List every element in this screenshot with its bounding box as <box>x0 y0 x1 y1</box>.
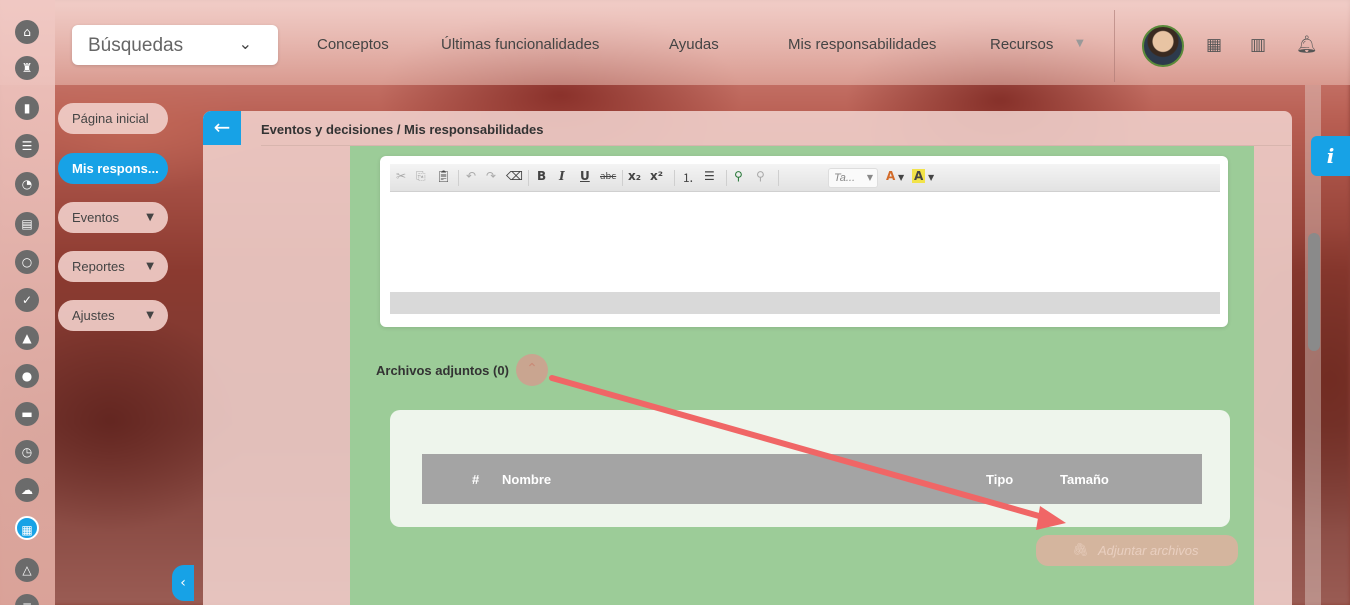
attachments-label: Archivos adjuntos (0) <box>376 363 509 378</box>
paste-icon[interactable]: 📋︎ <box>436 169 451 183</box>
font-size-select[interactable]: Ta... ▼ <box>828 168 878 188</box>
numbered-list-icon[interactable]: ⒈ <box>682 169 694 186</box>
strikethrough-button[interactable]: abc <box>600 172 616 182</box>
toolbar-separator <box>528 170 529 186</box>
bell-icon[interactable]: 🔔︎ <box>1296 35 1318 55</box>
find-icon[interactable]: ⚲ <box>734 169 743 183</box>
caret-down-icon: ▼ <box>146 261 154 272</box>
toolbar-separator <box>622 170 623 186</box>
menu-lines-icon[interactable]: ☰ <box>15 134 39 158</box>
search-dropdown-label: Búsquedas <box>88 35 184 56</box>
italic-button[interactable]: I <box>559 169 565 183</box>
main-panel: ← Eventos y decisiones / Mis responsabil… <box>203 111 1292 605</box>
toolbar-separator <box>458 170 459 186</box>
bold-button[interactable]: B <box>537 169 546 183</box>
chevron-down-icon: ⌄ <box>238 34 252 53</box>
nav-divider <box>1114 10 1115 82</box>
chess-rook-icon[interactable]: ♜ <box>15 56 39 80</box>
refresh-circle-icon[interactable]: ○ <box>15 250 39 274</box>
attachments-table-header: # Nombre Tipo Tamaño <box>422 454 1202 504</box>
bulleted-list-icon[interactable]: ☰ <box>704 169 715 183</box>
column-header-number: # <box>472 472 480 487</box>
nav-link-ayudas[interactable]: Ayudas <box>669 36 719 53</box>
sidebar-item-pagina-inicial[interactable]: Página inicial <box>58 103 168 134</box>
triangle-nodes-icon[interactable]: △ <box>15 558 39 582</box>
bar-chart-icon[interactable]: ▮ <box>15 96 39 120</box>
sidebar-item-reportes[interactable]: Reportes ▼ <box>58 251 168 282</box>
paperclip-icon: 🖇︎ <box>1072 543 1089 558</box>
toggle-icon[interactable]: ● <box>15 364 39 388</box>
warning-icon[interactable]: ▲ <box>15 326 39 350</box>
books-icon[interactable]: ▥ <box>1250 35 1266 55</box>
caret-down-icon: ▼ <box>866 173 873 182</box>
column-header-tamano: Tamaño <box>1060 472 1109 487</box>
caret-down-icon[interactable]: ▼ <box>898 173 904 182</box>
sidebar-item-label: Página inicial <box>72 111 149 126</box>
list-icon[interactable]: ≡ <box>15 594 39 605</box>
check-circle-icon[interactable]: ✓ <box>15 288 39 312</box>
attachments-table-card: # Nombre Tipo Tamaño <box>390 410 1230 527</box>
column-header-tipo: Tipo <box>986 472 1014 487</box>
presentation-icon[interactable]: ▬ <box>15 402 39 426</box>
sidebar-collapse-button[interactable]: ‹ <box>172 565 194 601</box>
eraser-icon[interactable]: ⌫ <box>506 169 523 183</box>
home-icon[interactable]: ⌂ <box>15 20 39 44</box>
scrollbar-thumb[interactable] <box>1308 233 1320 351</box>
cut-icon[interactable]: ✂ <box>396 169 406 183</box>
superscript-button[interactable]: x² <box>650 169 663 183</box>
info-button[interactable]: i <box>1311 136 1350 176</box>
search-dropdown[interactable]: Búsquedas ⌄ <box>72 25 278 65</box>
editor-resize-bar[interactable] <box>390 292 1220 314</box>
pie-chart-icon[interactable]: ◔ <box>15 172 39 196</box>
back-button[interactable]: ← <box>203 111 241 145</box>
form-section: ✂ ⎘ 📋︎ ↶ ↷ ⌫ B I U abc x₂ x² ⒈ ☰ ⚲ ⚲ Ta.… <box>350 146 1254 605</box>
document-icon[interactable]: ▤ <box>15 212 39 236</box>
nav-link-ultimas-funcionalidades[interactable]: Últimas funcionalidades <box>441 36 599 53</box>
left-icon-rail: ⌂ ♜ ▮ ☰ ◔ ▤ ○ ✓ ▲ ● ▬ ◷ ☁ ▦ △ ≡ <box>0 0 55 605</box>
caret-down-icon[interactable]: ▼ <box>1076 38 1084 49</box>
editor-toolbar: ✂ ⎘ 📋︎ ↶ ↷ ⌫ B I U abc x₂ x² ⒈ ☰ ⚲ ⚲ Ta.… <box>390 164 1220 192</box>
nav-link-conceptos[interactable]: Conceptos <box>317 36 389 53</box>
replace-icon[interactable]: ⚲ <box>756 169 765 183</box>
sidebar-item-ajustes[interactable]: Ajustes ▼ <box>58 300 168 331</box>
nav-link-recursos[interactable]: Recursos <box>990 36 1053 53</box>
redo-icon[interactable]: ↷ <box>486 169 496 183</box>
toolbar-separator <box>778 170 779 186</box>
caret-down-icon: ▼ <box>146 212 154 223</box>
page-title: Eventos y decisiones / Mis responsabilid… <box>261 122 544 137</box>
sidebar-item-label: Ajustes <box>72 308 115 323</box>
sidebar-item-eventos[interactable]: Eventos ▼ <box>58 202 168 233</box>
font-size-select-value: Ta... <box>834 172 855 184</box>
clock-icon[interactable]: ◷ <box>15 440 39 464</box>
toolbar-separator <box>726 170 727 186</box>
nav-link-mis-responsabilidades[interactable]: Mis responsabilidades <box>788 36 936 53</box>
attach-files-button-label: Adjuntar archivos <box>1098 543 1199 558</box>
caret-down-icon: ▼ <box>146 310 154 321</box>
calendar-grid-icon[interactable]: ▦ <box>1206 35 1222 55</box>
background-color-button[interactable]: A <box>912 169 926 183</box>
attach-files-button[interactable]: 🖇︎ Adjuntar archivos <box>1036 535 1238 566</box>
sidebar-item-label: Mis respons... <box>72 161 159 176</box>
calendar-icon[interactable]: ▦ <box>15 516 39 540</box>
avatar[interactable] <box>1142 25 1184 67</box>
column-header-nombre: Nombre <box>502 472 552 487</box>
caret-down-icon[interactable]: ▼ <box>928 173 934 182</box>
subscript-button[interactable]: x₂ <box>628 169 641 183</box>
cloud-icon[interactable]: ☁ <box>15 478 39 502</box>
sidebar-item-label: Eventos <box>72 210 119 225</box>
sidebar-item-label: Reportes <box>72 259 125 274</box>
copy-icon[interactable]: ⎘ <box>416 169 426 184</box>
toolbar-separator <box>674 170 675 186</box>
text-color-button[interactable]: A <box>886 169 895 183</box>
sidebar-item-mis-responsabilidades[interactable]: Mis respons... <box>58 153 168 184</box>
underline-button[interactable]: U <box>580 169 590 183</box>
panel-header: ← Eventos y decisiones / Mis responsabil… <box>203 111 1292 146</box>
undo-icon[interactable]: ↶ <box>466 169 476 183</box>
attachments-toggle-button[interactable]: ⌃ <box>516 354 548 386</box>
rich-text-editor: ✂ ⎘ 📋︎ ↶ ↷ ⌫ B I U abc x₂ x² ⒈ ☰ ⚲ ⚲ Ta.… <box>380 156 1228 327</box>
editor-text-area[interactable] <box>390 192 1220 292</box>
